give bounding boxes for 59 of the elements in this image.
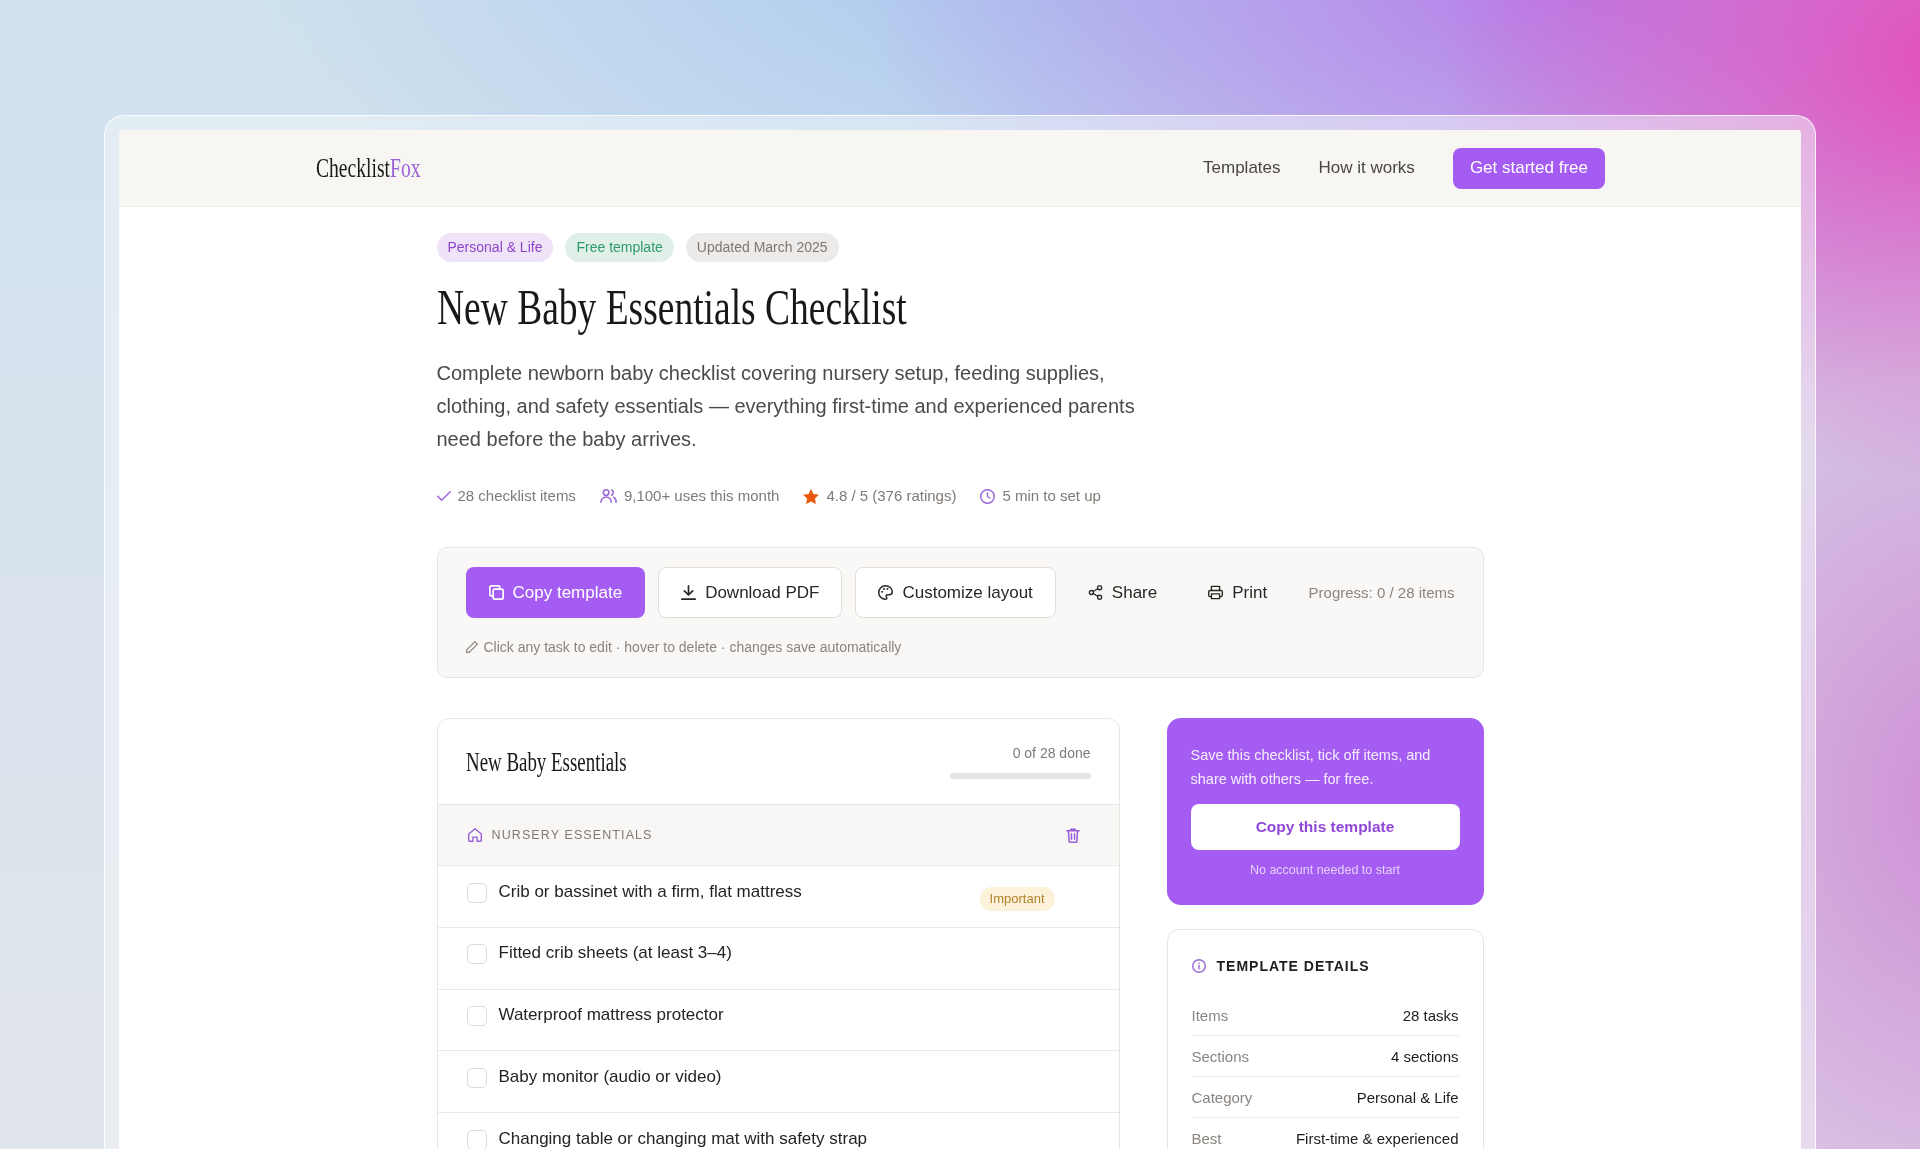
nav-link[interactable]: Templates xyxy=(1203,158,1281,178)
home-icon xyxy=(467,828,482,842)
item-text[interactable]: Baby monitor (audio or video) xyxy=(498,1066,722,1087)
copy-button[interactable]: Copy template xyxy=(465,567,646,618)
star-icon xyxy=(803,488,820,504)
print-button[interactable]: Print xyxy=(1189,567,1287,618)
priority-badge: Important xyxy=(979,887,1055,911)
copy-template-button[interactable]: Copy this template xyxy=(1190,804,1460,850)
detail-value: Personal & Life xyxy=(1356,1088,1459,1106)
nav-link[interactable]: How it works xyxy=(1318,158,1415,178)
detail-label: Category xyxy=(1191,1088,1253,1106)
download-icon xyxy=(681,585,697,600)
share-icon xyxy=(1087,585,1103,600)
checkbox[interactable] xyxy=(466,1067,487,1088)
check-icon xyxy=(436,491,451,501)
progress-text: Progress: 0 / 28 items xyxy=(1308,584,1455,601)
stat-text: 9,100+ uses this month xyxy=(623,486,780,506)
item-text[interactable]: Fitted crib sheets (at least 3–4) xyxy=(498,943,732,964)
customize-button[interactable]: Customize layout xyxy=(855,567,1056,618)
details-heading: TEMPLATE DETAILS xyxy=(1216,958,1370,974)
detail-label: Sections xyxy=(1191,1047,1250,1065)
category-tag: Free template xyxy=(565,233,674,262)
logo[interactable]: ChecklistFox xyxy=(316,151,421,185)
detail-value: 4 sections xyxy=(1390,1047,1459,1065)
item-text[interactable]: Crib or bassinet with a firm, flat mattress xyxy=(498,881,802,902)
stat-text: 4.8 / 5 (376 ratings) xyxy=(826,486,957,506)
pencil-icon xyxy=(465,641,478,653)
item-text[interactable]: Waterproof mattress protector xyxy=(498,1005,724,1026)
promo-note: No account needed to start xyxy=(1248,862,1402,878)
clock-icon xyxy=(980,488,996,504)
stat-text: 28 checklist items xyxy=(457,486,576,506)
detail-value: First-time & experienced xyxy=(1295,1129,1459,1147)
checklist-title: New Baby Essentials xyxy=(465,745,627,778)
detail-value: 28 tasks xyxy=(1402,1006,1459,1024)
section-title: NURSERY ESSENTIALS xyxy=(491,828,653,842)
get-started-button[interactable]: Get started free xyxy=(1452,147,1605,189)
checkbox[interactable] xyxy=(466,882,487,903)
hint-text: Click any task to edit · hover to delete · changes save automatically xyxy=(483,638,902,656)
printer-icon xyxy=(1208,585,1224,600)
copy-icon xyxy=(488,585,504,600)
info-icon xyxy=(1191,959,1206,973)
page-title: New Baby Essentials Checklist xyxy=(436,280,907,334)
checkbox[interactable] xyxy=(466,944,487,965)
item-text[interactable]: Changing table or changing mat with safety strap xyxy=(498,1128,868,1149)
checkbox[interactable] xyxy=(466,1006,487,1027)
page-description: Complete newborn baby checklist covering nursery setup, feeding supplies, clothing, and safety essentials — everything first-time and experienced parents need before the baby arrives. xyxy=(436,361,1136,452)
done-count: 0 of 28 done xyxy=(1012,744,1091,762)
category-tag: Personal & Life xyxy=(436,233,554,262)
download-button[interactable]: Download PDF xyxy=(658,567,843,618)
share-button[interactable]: Share xyxy=(1068,567,1177,618)
palette-icon xyxy=(878,585,894,600)
trash-icon[interactable] xyxy=(1065,827,1080,843)
detail-label: Items xyxy=(1191,1006,1229,1024)
category-tag: Updated March 2025 xyxy=(685,233,839,262)
checkbox[interactable] xyxy=(466,1129,487,1149)
promo-text: Save this checklist, tick off items, and share with others — for free. xyxy=(1190,746,1432,789)
users-icon xyxy=(599,489,617,503)
detail-label: Best xyxy=(1191,1129,1222,1147)
stat-text: 5 min to set up xyxy=(1002,486,1101,506)
